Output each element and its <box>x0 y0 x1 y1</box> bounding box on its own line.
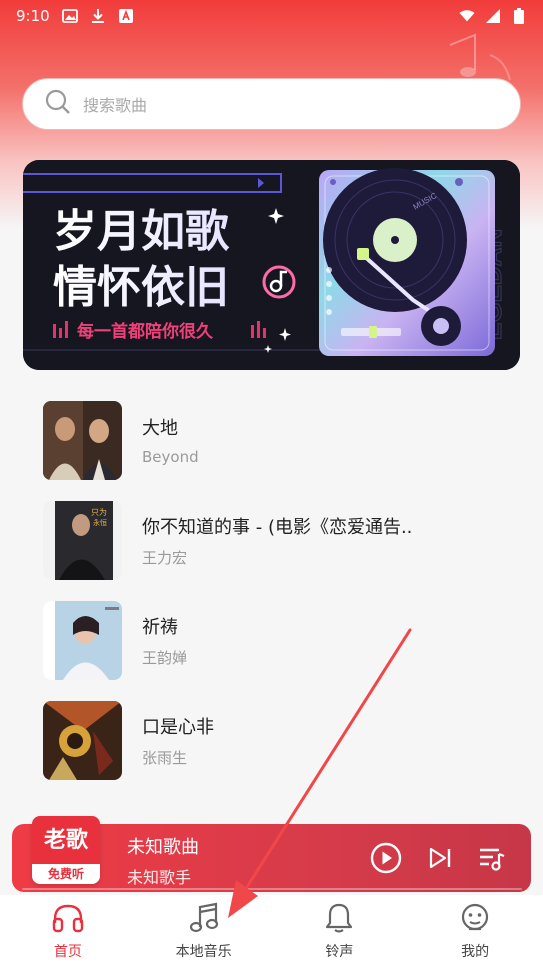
status-time: 9:10 <box>16 7 50 25</box>
playlist-button[interactable] <box>476 842 508 874</box>
song-artist: 王韵婵 <box>142 648 188 667</box>
tab-local-music[interactable]: 本地音乐 <box>136 895 272 965</box>
play-icon <box>370 842 402 874</box>
now-playing-title: 未知歌曲 <box>127 837 199 858</box>
banner-headline-2: 情怀依旧 <box>53 262 229 313</box>
svg-text:只为: 只为 <box>91 507 107 517</box>
tab-home[interactable]: 首页 <box>0 895 136 965</box>
album-cover <box>43 700 122 780</box>
album-cover <box>43 400 122 480</box>
now-playing-artist: 未知歌手 <box>127 868 192 887</box>
progress-bar[interactable] <box>22 888 522 890</box>
image-icon <box>61 8 78 24</box>
signal-icon <box>485 8 501 24</box>
app-logo: 老歌 免费听 <box>32 816 100 884</box>
playlist-icon <box>480 848 505 871</box>
wifi-icon <box>459 8 475 24</box>
song-artist: Beyond <box>142 448 199 466</box>
smiley-face-icon <box>458 901 492 935</box>
next-button[interactable] <box>424 842 456 874</box>
tab-ringtones[interactable]: 铃声 <box>272 895 408 965</box>
album-cover <box>43 600 122 680</box>
tab-home-label: 首页 <box>53 944 82 960</box>
list-item[interactable]: 大地 Beyond <box>0 390 543 490</box>
list-item[interactable]: 只为 永恒 你不知道的事 - (电影《恋爱通告.. 王力宏 <box>0 490 543 590</box>
list-item[interactable]: 祈祷 王韵婵 <box>0 590 543 690</box>
tab-ringtones-label: 铃声 <box>325 944 354 960</box>
tab-local-music-label: 本地音乐 <box>175 944 232 960</box>
song-title: 你不知道的事 - (电影《恋爱通告.. <box>142 516 413 538</box>
song-title: 口是心非 <box>142 716 214 738</box>
headphones-icon <box>51 901 85 935</box>
search-icon <box>45 89 71 119</box>
skip-next-icon <box>429 847 451 869</box>
svg-text:永恒: 永恒 <box>93 518 107 527</box>
album-cover: 只为 永恒 <box>43 500 122 580</box>
song-title: 祈祷 <box>142 616 178 638</box>
turntable-icon: MUSIC <box>319 168 495 356</box>
banner-headline-1: 岁月如歌 <box>53 206 230 257</box>
song-list: 大地 Beyond 只为 永恒 你不知道的事 - (电影《恋爱通告.. 王力宏 <box>0 390 543 790</box>
music-note-icon <box>187 901 221 935</box>
mini-player[interactable]: 老歌 免费听 未知歌曲 未知歌手 <box>12 816 531 892</box>
bell-icon <box>322 901 356 935</box>
play-button[interactable] <box>370 842 402 874</box>
status-bar: 9:10 <box>0 0 543 32</box>
promo-banner[interactable]: EGEDAN 岁月如歌 情怀依旧 每一首都陪你很久 <box>23 160 520 370</box>
search-input[interactable]: 搜索歌曲 <box>83 92 147 116</box>
app-a-icon <box>118 8 134 24</box>
tab-mine[interactable]: 我的 <box>407 895 543 965</box>
banner-tagline: 每一首都陪你很久 <box>77 321 213 342</box>
song-artist: 王力宏 <box>142 548 188 567</box>
search-bar[interactable]: 搜索歌曲 <box>22 78 521 130</box>
song-artist: 张雨生 <box>142 748 188 767</box>
logo-sub-text: 免费听 <box>32 864 100 884</box>
song-title: 大地 <box>142 418 178 439</box>
bottom-tab-bar: 首页 本地音乐 铃声 我的 <box>0 895 543 965</box>
logo-main-text: 老歌 <box>43 828 88 853</box>
tab-mine-label: 我的 <box>461 944 490 960</box>
download-icon <box>90 8 106 24</box>
battery-icon <box>511 8 527 24</box>
list-item[interactable]: 口是心非 张雨生 <box>0 690 543 790</box>
